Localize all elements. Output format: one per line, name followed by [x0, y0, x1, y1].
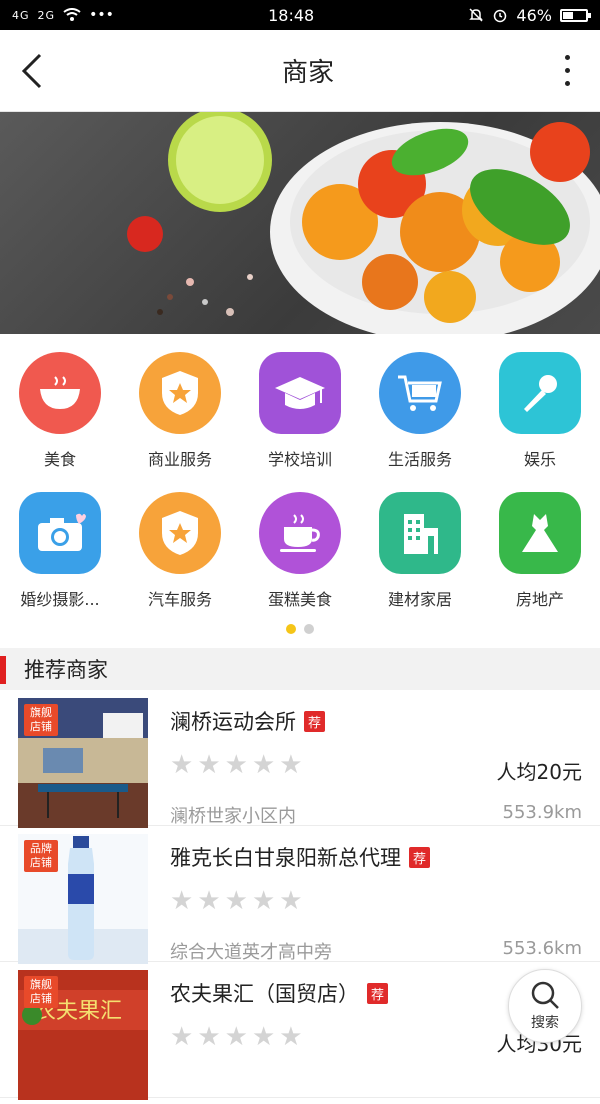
vegetables-illustration	[127, 112, 600, 334]
rating-stars: ★ ★ ★ ★ ★	[170, 752, 303, 778]
category-school-training[interactable]: 学校培训	[245, 352, 355, 470]
star-icon: ★	[170, 1022, 194, 1052]
microphone-icon	[499, 352, 581, 434]
category-car-service[interactable]: 汽车服务	[125, 492, 235, 610]
list-item[interactable]: 农夫果汇 旗舰店铺 农夫果汇（国贸店）荐 ★ ★ ★ ★ ★ 人均30元	[0, 962, 600, 1100]
rating-stars: ★ ★ ★ ★ ★	[170, 1024, 303, 1050]
search-label: 搜索	[531, 1015, 559, 1031]
category-meishi[interactable]: 美食	[5, 352, 115, 470]
battery-percent: 46%	[516, 5, 552, 25]
category-building-materials[interactable]: 建材家居	[365, 492, 475, 610]
recommend-tag: 荐	[304, 710, 326, 732]
shop-name: 雅克长白甘泉阳新总代理	[170, 846, 401, 870]
shield-star-icon	[139, 492, 221, 574]
back-button[interactable]	[20, 51, 60, 91]
star-icon: ★	[251, 886, 276, 916]
wifi-icon	[63, 8, 81, 21]
page-dot-active	[286, 624, 296, 634]
shop-address: 综合大道英才高中旁	[170, 942, 332, 963]
shop-thumbnail: 品牌店铺	[18, 834, 148, 964]
section-header: 推荐商家	[0, 648, 600, 690]
star-icon: ★	[170, 886, 194, 916]
star-icon: ★	[224, 886, 248, 916]
category-entertainment[interactable]: 娱乐	[485, 352, 595, 470]
search-button[interactable]: 搜索	[508, 969, 582, 1043]
coffee-cup-icon	[259, 492, 341, 574]
nav-bar: 商家	[0, 30, 600, 112]
star-icon: ★	[224, 750, 248, 780]
list-item[interactable]: 旗舰店铺 澜桥运动会所荐 ★ ★ ★ ★ ★ 人均20元 澜桥世家小区内 553.9km	[0, 690, 600, 828]
more-notifications-icon: •••	[89, 7, 114, 23]
graduation-cap-icon	[259, 352, 341, 434]
clock: 18:48	[268, 5, 315, 25]
camera-icon	[19, 492, 101, 574]
category-label: 房地产	[515, 590, 564, 609]
page-indicator	[0, 624, 600, 634]
battery-icon	[559, 8, 591, 22]
shop-badge: 旗舰店铺	[24, 976, 58, 1008]
star-icon: ★	[197, 1022, 221, 1052]
category-label: 娱乐	[523, 450, 556, 469]
more-options-button[interactable]	[556, 55, 580, 86]
category-real-estate[interactable]: 房地产	[485, 492, 595, 610]
star-icon: ★	[279, 750, 303, 780]
star-icon: ★	[251, 750, 276, 780]
shop-name: 澜桥运动会所	[170, 710, 296, 734]
shop-distance: 553.9km	[502, 802, 583, 823]
shop-list: 旗舰店铺 澜桥运动会所荐 ★ ★ ★ ★ ★ 人均20元 澜桥世家小区内 553.9km…	[0, 690, 600, 1100]
category-label: 学校培训	[267, 450, 332, 469]
shop-name: 农夫果汇（国贸店）	[170, 982, 359, 1006]
star-icon: ★	[197, 886, 221, 916]
star-icon: ★	[197, 750, 221, 780]
signal-indicator-2: 2G	[37, 8, 56, 22]
category-row: 美食 商业服务 学校培训 生活服务 娱乐	[0, 352, 600, 470]
alarm-icon	[494, 9, 507, 23]
list-item[interactable]: 品牌店铺 雅克长白甘泉阳新总代理荐 ★ ★ ★ ★ ★ 综合大道英才高中旁 553.6k…	[0, 826, 600, 964]
page-title: 商家	[281, 58, 334, 88]
category-label: 建材家居	[387, 590, 452, 609]
category-grid: 美食 商业服务 学校培训 生活服务 娱乐 婚纱摄影... 汽车服务 蛋糕美食 建…	[0, 334, 600, 634]
recommend-tag: 荐	[409, 846, 431, 868]
search-icon	[531, 981, 559, 1009]
category-life-service[interactable]: 生活服务	[365, 352, 475, 470]
star-icon: ★	[224, 1022, 248, 1052]
average-price: 人均20元	[496, 760, 582, 784]
category-label: 商业服务	[147, 450, 212, 469]
shop-badge: 旗舰店铺	[24, 704, 58, 736]
shop-badge: 品牌店铺	[24, 840, 58, 872]
shop-thumbnail: 农夫果汇 旗舰店铺	[18, 970, 148, 1100]
section-title: 推荐商家	[24, 658, 108, 682]
star-icon: ★	[251, 1022, 276, 1052]
shop-thumbnail: 旗舰店铺	[18, 698, 148, 828]
shop-address: 澜桥世家小区内	[170, 806, 296, 827]
category-business-service[interactable]: 商业服务	[125, 352, 235, 470]
star-icon: ★	[279, 886, 303, 916]
status-bar: 4G 2G ••• 18:48 46%	[0, 0, 600, 30]
star-icon: ★	[279, 1022, 303, 1052]
category-label: 生活服务	[387, 450, 452, 469]
chevron-left-icon	[21, 53, 42, 88]
category-row: 婚纱摄影... 汽车服务 蛋糕美食 建材家居 房地产	[0, 492, 600, 610]
category-label: 婚纱摄影...	[20, 590, 100, 609]
signal-indicator: 4G	[12, 8, 30, 22]
recommend-tag: 荐	[367, 982, 389, 1004]
dress-icon	[499, 492, 581, 574]
category-label: 汽车服务	[147, 590, 212, 609]
rating-stars: ★ ★ ★ ★ ★	[170, 888, 303, 914]
category-cake-food[interactable]: 蛋糕美食	[245, 492, 355, 610]
category-label: 美食	[43, 450, 76, 469]
page-dot	[304, 624, 314, 634]
shopping-cart-icon	[379, 352, 461, 434]
category-label: 蛋糕美食	[267, 590, 332, 609]
shop-distance: 553.6km	[502, 938, 583, 959]
rice-bowl-icon	[19, 352, 101, 434]
category-wedding-photo[interactable]: 婚纱摄影...	[5, 492, 115, 610]
banner-image[interactable]	[0, 112, 600, 334]
section-accent-bar	[0, 656, 6, 684]
mute-icon	[469, 8, 484, 22]
star-icon: ★	[170, 750, 194, 780]
shield-star-icon	[139, 352, 221, 434]
building-icon	[379, 492, 461, 574]
